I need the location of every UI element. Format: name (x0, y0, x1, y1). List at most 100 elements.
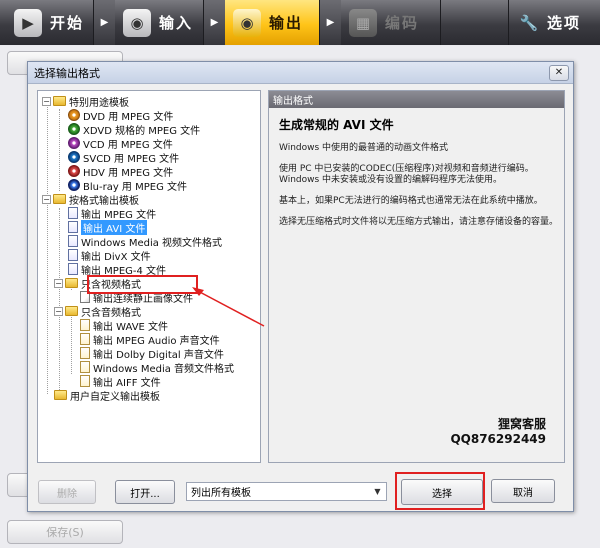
main-toolbar: ▶ 开始 ▶ ◉ 输入 ▶ ◉ 输出 ▶ ▦ 编码 🔧 选项 (0, 0, 600, 45)
svcd-disc-icon (68, 151, 80, 163)
toolbar-encode-label: 编码 (385, 14, 420, 32)
film-strip-icon: ▦ (349, 8, 377, 37)
video-file-icon (68, 235, 78, 247)
film-reel-icon: ◉ (233, 8, 261, 37)
tree-item[interactable]: DVD 用 MPEG 文件 (68, 108, 174, 123)
toolbar-encode-button[interactable]: ▦ 编码 (341, 0, 441, 45)
tree-item-label: XDVD 规格的 MPEG 文件 (83, 125, 201, 137)
dvd-disc-icon (68, 109, 80, 121)
info-paragraph: 使用 PC 中已安装的CODEC(压缩程序)对视频和音频进行编码。 Window… (279, 164, 534, 185)
video-file-icon (68, 221, 78, 233)
cancel-button-label: 取消 (513, 487, 533, 499)
tree-item[interactable]: HDV 用 MPEG 文件 (68, 164, 174, 179)
toolbar-options-button[interactable]: 🔧 选项 (508, 0, 600, 45)
folder-icon (65, 278, 78, 288)
tree-item[interactable]: 输出 MPEG 文件 (68, 206, 157, 221)
save-button-label: 保存(S) (46, 526, 84, 539)
delete-button[interactable]: 删除 (38, 480, 96, 504)
tree-item-label: DVD 用 MPEG 文件 (83, 111, 174, 123)
hdv-disc-icon (68, 165, 80, 177)
tree-item[interactable]: XDVD 规格的 MPEG 文件 (68, 122, 201, 137)
video-file-icon (68, 207, 78, 219)
toolbar-start-label: 开始 (50, 14, 85, 32)
toolbar-input-label: 输入 (159, 14, 194, 32)
tree-item[interactable]: 输出 MPEG Audio 声音文件 (80, 332, 220, 347)
collapse-icon[interactable]: − (54, 278, 63, 288)
dialog-titlebar: 选择输出格式 ✕ (28, 62, 573, 84)
film-reel-icon: ◉ (123, 8, 151, 37)
vcd-disc-icon (68, 137, 80, 149)
audio-file-icon (80, 347, 90, 359)
video-file-icon (68, 263, 78, 275)
xdvd-disc-icon (68, 123, 80, 135)
watermark: 狸窝客服 QQ876292449 (450, 417, 546, 447)
video-file-icon (68, 249, 78, 261)
folder-icon (65, 306, 78, 316)
tree-item-label: 输出 MPEG Audio 声音文件 (93, 335, 220, 347)
tree-item-label: 输出 AIFF 文件 (93, 377, 161, 389)
tree-item-label: 输出 DivX 文件 (81, 251, 151, 263)
select-button-label: 选择 (432, 488, 452, 500)
tree-item-label: Blu-ray 用 MPEG 文件 (83, 181, 188, 193)
info-paragraph: 基本上，如果PC无法进行的编码格式也通常无法在此系统中播放。 (279, 196, 543, 206)
toolbar-options-label: 选项 (547, 14, 582, 32)
highlight-box-avi (87, 275, 198, 294)
watermark-line1: 狸窝客服 (497, 417, 546, 431)
tree-item[interactable]: Blu-ray 用 MPEG 文件 (68, 178, 188, 193)
tree-item-label: 输出 MPEG 文件 (81, 209, 157, 221)
tree-item-label: Windows Media 音频文件格式 (93, 363, 235, 375)
tree-group-special[interactable]: − 特别用途模板 (42, 94, 129, 109)
tree-item-avi[interactable]: 输出 AVI 文件 (68, 219, 148, 235)
tree-item-label: SVCD 用 MPEG 文件 (83, 153, 180, 165)
tree-item-label: 输出 WAVE 文件 (93, 321, 169, 333)
tree-group-label: 只含音频格式 (81, 307, 141, 319)
cancel-button[interactable]: 取消 (491, 479, 555, 503)
tree-item[interactable]: 输出 AIFF 文件 (80, 374, 161, 389)
save-button[interactable]: 保存(S) (7, 520, 123, 544)
tree-group-format[interactable]: − 按格式输出模板 (42, 192, 139, 207)
folder-icon (53, 96, 66, 106)
format-info-panel: 输出格式 生成常规的 AVI 文件 Windows 中使用的最普通的动画文件格式… (268, 90, 565, 463)
tree-item[interactable]: Windows Media 视频文件格式 (68, 234, 222, 249)
tree-line (59, 109, 60, 191)
bluray-disc-icon (68, 179, 80, 191)
template-filter-value: 列出所有模板 (191, 488, 251, 499)
tree-item[interactable]: 输出 MPEG-4 文件 (68, 262, 166, 277)
tree-item-label-selected: 输出 AVI 文件 (81, 219, 148, 235)
toolbar-output-button[interactable]: ◉ 输出 ▶ (225, 0, 341, 45)
folder-icon (54, 390, 67, 400)
tree-item[interactable]: SVCD 用 MPEG 文件 (68, 150, 180, 165)
tree-item[interactable]: 输出 WAVE 文件 (80, 318, 169, 333)
watermark-line2: QQ876292449 (450, 432, 546, 446)
toolbar-start-button[interactable]: ▶ 开始 ▶ (0, 0, 115, 45)
collapse-icon[interactable]: − (42, 96, 51, 106)
close-icon[interactable]: ✕ (549, 64, 569, 81)
info-paragraph: Windows 中使用的最普通的动画文件格式 (279, 143, 449, 153)
red-arrow-annotation (192, 287, 265, 327)
delete-button-label: 删除 (57, 488, 77, 500)
collapse-icon[interactable]: − (54, 306, 63, 316)
chevron-down-icon[interactable]: ▼ (370, 484, 385, 499)
audio-file-icon (80, 361, 90, 373)
select-button[interactable]: 选择 (401, 479, 483, 505)
wrench-icon: 🔧 (519, 13, 539, 32)
tree-item[interactable]: VCD 用 MPEG 文件 (68, 136, 173, 151)
toolbar-input-button[interactable]: ◉ 输入 ▶ (115, 0, 225, 45)
collapse-icon[interactable]: − (42, 194, 51, 204)
tree-item[interactable]: Windows Media 音频文件格式 (80, 360, 235, 375)
tree-group-audio-only[interactable]: − 只含音频格式 (54, 304, 141, 319)
tree-group-label: 特别用途模板 (69, 97, 129, 109)
tree-item[interactable]: 输出 Dolby Digital 声音文件 (80, 346, 224, 361)
select-output-format-dialog: 选择输出格式 ✕ − 特别用途模板 DVD 用 MPEG 文件 XDVD 规格的… (27, 61, 574, 512)
tree-item[interactable]: 输出 DivX 文件 (68, 248, 151, 263)
open-button[interactable]: 打开... (115, 480, 175, 504)
tree-line (47, 101, 48, 394)
tree-group-user[interactable]: 用户自定义输出模板 (54, 388, 160, 403)
template-filter-select[interactable]: 列出所有模板 ▼ (186, 482, 387, 501)
tree-item-label: 输出 Dolby Digital 声音文件 (93, 349, 224, 361)
arrow-right-icon: ▶ (203, 0, 225, 45)
folder-icon (53, 194, 66, 204)
open-button-label: 打开... (130, 488, 160, 500)
tree-item-label: HDV 用 MPEG 文件 (83, 167, 174, 179)
arrow-right-icon: ▶ (319, 0, 341, 45)
